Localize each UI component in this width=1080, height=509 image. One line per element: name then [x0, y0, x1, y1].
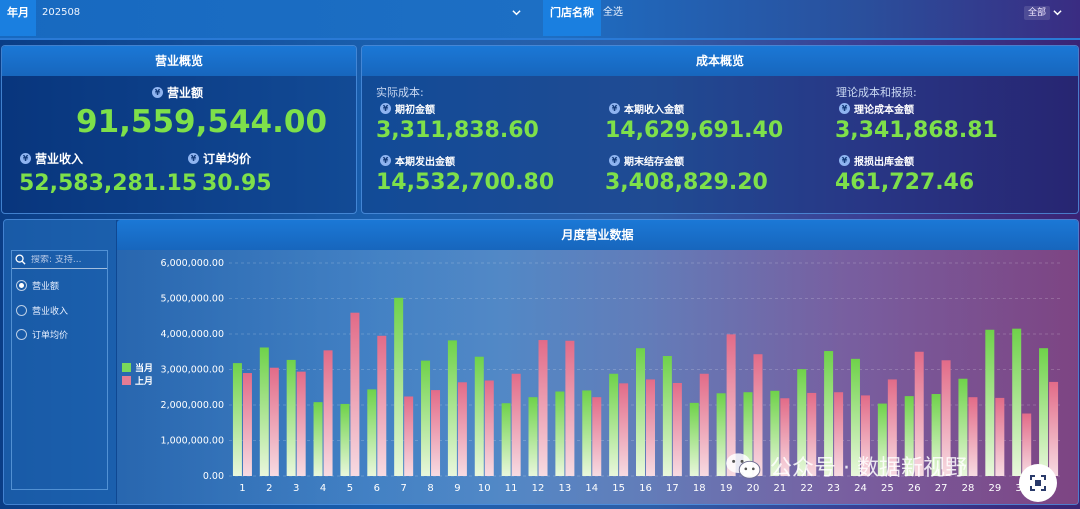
- y-tick-label: 6,000,000.00: [161, 258, 224, 269]
- x-tick-label: 26: [908, 483, 921, 494]
- x-tick-label: 3: [293, 483, 299, 494]
- x-tick-label: 25: [881, 483, 894, 494]
- bar-current[interactable]: [501, 403, 511, 476]
- y-tick-label: 2,000,000.00: [161, 400, 224, 411]
- bar-previous[interactable]: [1049, 381, 1059, 476]
- bar-previous[interactable]: [699, 373, 709, 476]
- bar-previous[interactable]: [269, 367, 279, 476]
- fullscreen-button[interactable]: [1019, 464, 1057, 502]
- bar-previous[interactable]: [619, 383, 629, 476]
- bar-previous[interactable]: [995, 397, 1005, 476]
- bar-current[interactable]: [662, 356, 672, 476]
- x-tick-label: 9: [454, 483, 460, 494]
- watermark: 公众号 · 数据新视野: [724, 450, 967, 482]
- bar-current[interactable]: [367, 389, 377, 476]
- x-tick-label: 11: [505, 483, 518, 494]
- bar-current[interactable]: [689, 402, 699, 476]
- x-tick-label: 8: [427, 483, 433, 494]
- x-tick-label: 2: [266, 483, 272, 494]
- x-tick-label: 27: [935, 483, 948, 494]
- x-tick-label: 5: [347, 483, 353, 494]
- y-tick-label: 1,000,000.00: [161, 436, 224, 447]
- x-tick-label: 10: [478, 483, 491, 494]
- bar-current[interactable]: [474, 356, 484, 476]
- x-tick-label: 23: [827, 483, 840, 494]
- bar-current[interactable]: [232, 363, 242, 476]
- bar-current[interactable]: [582, 390, 592, 476]
- bar-previous[interactable]: [565, 340, 575, 476]
- bar-current[interactable]: [259, 347, 269, 476]
- bar-previous[interactable]: [377, 335, 387, 476]
- monthly-bar-chart: 0.00 1,000,000.00 2,000,000.00 3,000,000.00…: [161, 258, 1062, 494]
- x-tick-label: 28: [962, 483, 975, 494]
- x-tick-label: 24: [854, 483, 867, 494]
- bar-previous[interactable]: [242, 373, 252, 476]
- x-tick-label: 4: [320, 483, 326, 494]
- bar-previous[interactable]: [404, 396, 414, 476]
- x-tick-label: 17: [666, 483, 679, 494]
- bar-previous[interactable]: [968, 397, 978, 476]
- bar-current[interactable]: [286, 359, 296, 476]
- bar-current[interactable]: [985, 329, 995, 476]
- bar-current[interactable]: [340, 403, 350, 476]
- x-tick-label: 13: [559, 483, 572, 494]
- x-tick-label: 12: [532, 483, 545, 494]
- x-tick-label: 20: [747, 483, 760, 494]
- x-tick-label: 15: [612, 483, 625, 494]
- x-tick-label: 29: [988, 483, 1001, 494]
- bar-previous[interactable]: [646, 379, 655, 476]
- bar-previous[interactable]: [511, 373, 521, 476]
- bar-current[interactable]: [447, 340, 457, 476]
- y-tick-label: 3,000,000.00: [161, 365, 224, 376]
- bar-current[interactable]: [313, 402, 323, 476]
- bar-previous[interactable]: [431, 390, 441, 476]
- watermark-text: 公众号 · 数据新视野: [770, 456, 967, 481]
- x-tick-label: 6: [374, 483, 380, 494]
- bar-previous[interactable]: [672, 382, 682, 476]
- bar-previous[interactable]: [350, 312, 360, 476]
- x-tick-label: 14: [585, 483, 598, 494]
- bar-current[interactable]: [609, 373, 619, 476]
- bar-previous[interactable]: [323, 350, 333, 476]
- bar-previous[interactable]: [457, 382, 467, 476]
- x-tick-label: 7: [400, 483, 406, 494]
- bar-current[interactable]: [1012, 328, 1022, 476]
- bar-current[interactable]: [636, 348, 645, 476]
- bar-current[interactable]: [555, 391, 565, 476]
- bar-current[interactable]: [394, 297, 404, 476]
- y-tick-label: 5,000,000.00: [161, 294, 224, 305]
- bar-previous[interactable]: [592, 397, 602, 476]
- x-tick-label: 18: [693, 483, 706, 494]
- bar-current[interactable]: [528, 397, 538, 476]
- y-tick-label: 0.00: [203, 471, 224, 482]
- x-tick-label: 21: [773, 483, 786, 494]
- y-tick-label: 4,000,000.00: [161, 329, 224, 340]
- expand-icon: [1030, 475, 1046, 491]
- x-tick-label: 16: [639, 483, 652, 494]
- x-tick-label: 1: [239, 483, 245, 494]
- wechat-icon: [726, 453, 761, 479]
- bar-current[interactable]: [421, 360, 431, 476]
- bar-previous[interactable]: [296, 371, 306, 476]
- x-tick-label: 19: [720, 483, 733, 494]
- bar-current[interactable]: [1039, 348, 1049, 476]
- bar-previous[interactable]: [538, 340, 548, 476]
- bar-previous[interactable]: [484, 380, 494, 476]
- x-tick-label: 22: [800, 483, 813, 494]
